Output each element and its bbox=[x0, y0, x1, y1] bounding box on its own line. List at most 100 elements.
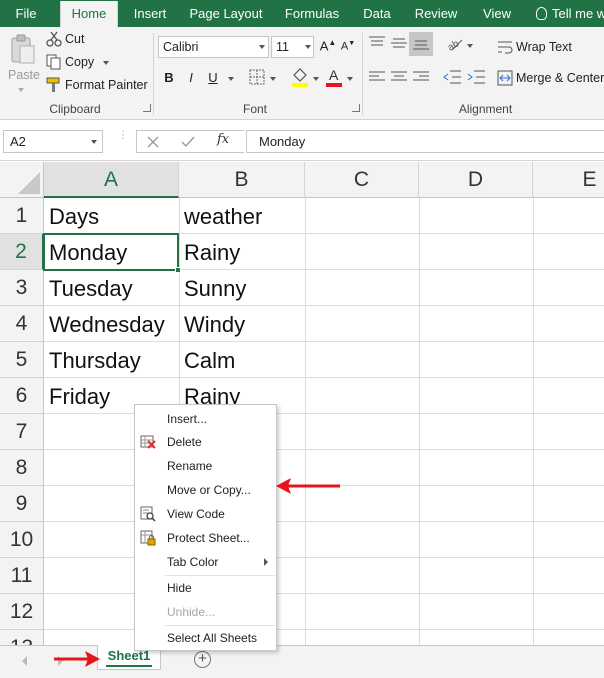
row-header-13[interactable]: 13 bbox=[0, 630, 44, 645]
cut-button[interactable]: Cut bbox=[65, 32, 84, 46]
gridline bbox=[44, 593, 604, 594]
align-right-icon[interactable] bbox=[413, 71, 429, 83]
menu-item-insert[interactable]: Insert... bbox=[135, 408, 276, 430]
underline-button[interactable]: U bbox=[206, 70, 220, 85]
orientation-icon[interactable]: ab bbox=[446, 36, 464, 52]
row-header-6[interactable]: 6 bbox=[0, 378, 44, 414]
menu-item-view-code[interactable]: View Code bbox=[135, 503, 276, 525]
row-header-2[interactable]: 2 bbox=[0, 234, 44, 270]
row-header-12[interactable]: 12 bbox=[0, 594, 44, 630]
clipboard-launcher-icon[interactable] bbox=[143, 104, 151, 112]
cell-b3[interactable]: Sunny bbox=[179, 270, 246, 306]
row-header-4[interactable]: 4 bbox=[0, 306, 44, 342]
tab-home[interactable]: Home bbox=[60, 1, 118, 27]
row-header-9[interactable]: 9 bbox=[0, 486, 44, 522]
cell-b4[interactable]: Windy bbox=[179, 306, 245, 342]
row-header-5[interactable]: 5 bbox=[0, 342, 44, 378]
orientation-dropdown-icon[interactable] bbox=[467, 44, 473, 48]
fill-color-icon[interactable] bbox=[291, 67, 309, 87]
formula-input[interactable]: Monday bbox=[246, 130, 604, 153]
menu-item-select-all-sheets[interactable]: Select All Sheets bbox=[135, 627, 276, 649]
format-painter-button[interactable]: Format Painter bbox=[65, 78, 148, 92]
row-header-11[interactable]: 11 bbox=[0, 558, 44, 594]
row-header-10[interactable]: 10 bbox=[0, 522, 44, 558]
new-sheet-icon[interactable]: + bbox=[194, 651, 211, 668]
name-box-dropdown-icon[interactable] bbox=[91, 140, 97, 144]
menu-item-label: Tab Color bbox=[167, 555, 219, 569]
italic-button[interactable]: I bbox=[184, 70, 198, 85]
column-header-a[interactable]: A bbox=[44, 162, 179, 198]
row-header-8[interactable]: 8 bbox=[0, 450, 44, 486]
top-align-icon[interactable] bbox=[369, 36, 385, 50]
tab-file[interactable]: File bbox=[0, 0, 52, 27]
row-header-7[interactable]: 7 bbox=[0, 414, 44, 450]
menu-item-rename[interactable]: Rename bbox=[135, 455, 276, 477]
decrease-font-size-icon[interactable]: A▼ bbox=[340, 40, 356, 53]
paste-button[interactable]: Paste bbox=[8, 68, 40, 82]
tab-formulas[interactable]: Formulas bbox=[278, 0, 346, 27]
cell-a1[interactable]: Days bbox=[44, 198, 99, 234]
cell-a6[interactable]: Friday bbox=[44, 378, 110, 414]
font-name-dropdown-icon[interactable] bbox=[259, 45, 265, 49]
bold-button[interactable]: B bbox=[162, 70, 176, 85]
wrap-text-button[interactable]: Wrap Text bbox=[516, 40, 572, 54]
formula-bar-buttons: fx bbox=[136, 130, 244, 153]
font-color-icon[interactable]: A bbox=[325, 67, 343, 87]
enter-icon[interactable] bbox=[181, 136, 195, 148]
tell-me-box[interactable]: Tell me w bbox=[536, 0, 604, 27]
cell-a4[interactable]: Wednesday bbox=[44, 306, 165, 342]
menu-item-label: Move or Copy... bbox=[167, 483, 251, 497]
menu-item-label: Delete bbox=[167, 435, 202, 449]
insert-function-button[interactable]: fx bbox=[217, 132, 229, 147]
previous-sheet-icon[interactable] bbox=[22, 656, 27, 666]
align-left-icon[interactable] bbox=[369, 71, 385, 83]
font-name-box[interactable]: Calibri bbox=[158, 36, 269, 58]
column-header-e[interactable]: E bbox=[533, 162, 604, 198]
svg-text:A: A bbox=[329, 67, 339, 83]
tab-insert[interactable]: Insert bbox=[124, 0, 176, 27]
cell-a3[interactable]: Tuesday bbox=[44, 270, 133, 306]
gridline bbox=[44, 557, 604, 558]
underline-dropdown-icon[interactable] bbox=[228, 77, 234, 81]
font-color-dropdown-icon[interactable] bbox=[347, 77, 353, 81]
menu-item-hide[interactable]: Hide bbox=[135, 577, 276, 599]
increase-font-size-icon[interactable]: A▲ bbox=[319, 38, 337, 53]
menu-item-delete[interactable]: Delete bbox=[135, 431, 276, 453]
menu-item-tab-color[interactable]: Tab Color bbox=[135, 551, 276, 573]
fill-color-dropdown-icon[interactable] bbox=[313, 77, 319, 81]
paste-dropdown-icon[interactable] bbox=[18, 88, 24, 92]
tab-page-layout[interactable]: Page Layout bbox=[182, 0, 270, 27]
borders-dropdown-icon[interactable] bbox=[270, 77, 276, 81]
cancel-icon[interactable] bbox=[147, 136, 159, 148]
menu-item-protect-sheet[interactable]: Protect Sheet... bbox=[135, 527, 276, 549]
bottom-align-button[interactable] bbox=[409, 32, 433, 56]
column-header-b[interactable]: B bbox=[179, 162, 305, 198]
fill-handle[interactable] bbox=[175, 267, 181, 273]
cell-b2[interactable]: Rainy bbox=[179, 234, 240, 270]
merge-center-button[interactable]: Merge & Center bbox=[516, 71, 604, 85]
font-size-dropdown-icon[interactable] bbox=[305, 45, 311, 49]
name-box[interactable]: A2 bbox=[3, 130, 103, 153]
annotation-arrow-icon bbox=[54, 651, 100, 667]
font-launcher-icon[interactable] bbox=[352, 104, 360, 112]
row-header-1[interactable]: 1 bbox=[0, 198, 44, 234]
tab-data[interactable]: Data bbox=[355, 0, 399, 27]
row-header-3[interactable]: 3 bbox=[0, 270, 44, 306]
column-header-c[interactable]: C bbox=[305, 162, 419, 198]
tab-view[interactable]: View bbox=[474, 0, 520, 27]
middle-align-icon[interactable] bbox=[391, 36, 407, 50]
cell-b1[interactable]: weather bbox=[179, 198, 262, 234]
copy-dropdown-icon[interactable] bbox=[103, 61, 109, 65]
select-all-button[interactable] bbox=[0, 162, 44, 198]
borders-icon[interactable] bbox=[249, 69, 265, 85]
increase-indent-icon[interactable] bbox=[467, 70, 485, 84]
decrease-indent-icon[interactable] bbox=[443, 70, 461, 84]
column-header-d[interactable]: D bbox=[419, 162, 533, 198]
align-center-icon[interactable] bbox=[391, 71, 407, 83]
tab-review[interactable]: Review bbox=[407, 0, 465, 27]
copy-button[interactable]: Copy bbox=[65, 55, 94, 69]
menu-item-move-or-copy[interactable]: Move or Copy... bbox=[135, 479, 276, 501]
menu-separator bbox=[165, 625, 275, 626]
cell-b5[interactable]: Calm bbox=[179, 342, 235, 378]
cell-a5[interactable]: Thursday bbox=[44, 342, 141, 378]
